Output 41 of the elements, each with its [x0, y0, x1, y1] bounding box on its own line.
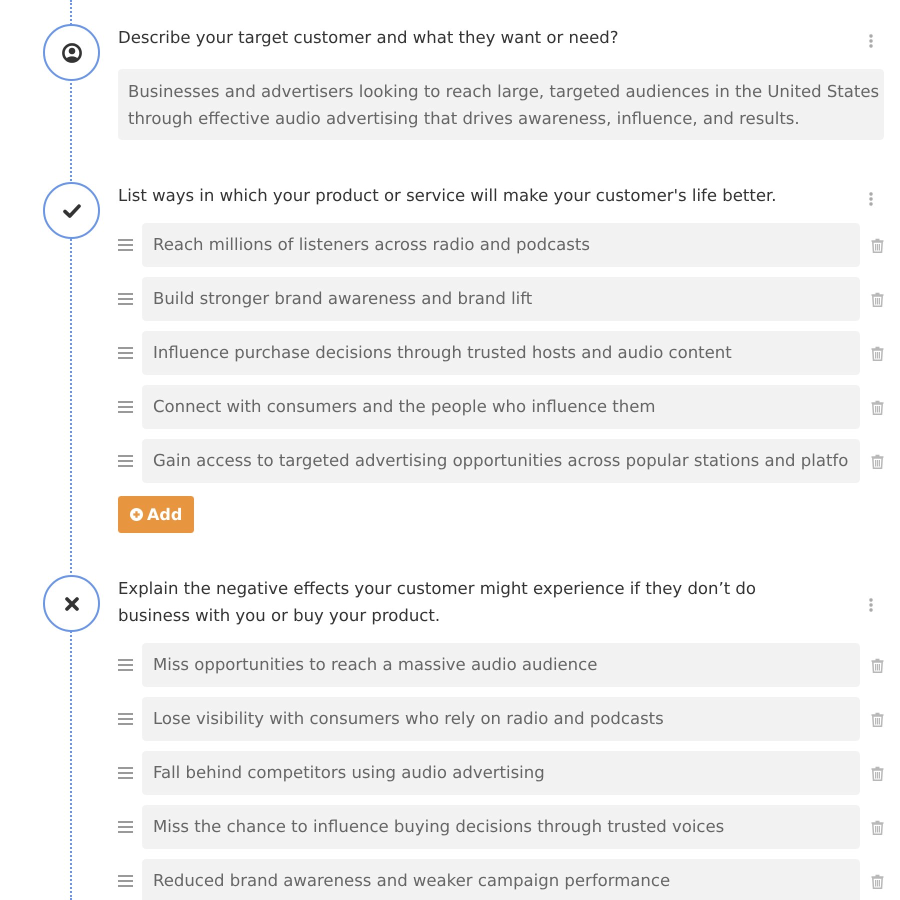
list-item-field[interactable]: Reduced brand awareness and weaker campaign performance: [142, 859, 860, 900]
drag-handle-icon[interactable]: [118, 659, 133, 671]
trash-icon[interactable]: [871, 874, 884, 888]
trash-icon[interactable]: [871, 820, 884, 834]
question-text: Explain the negative effects your customer might experience if they don’t do business with you or buy your product.: [118, 578, 757, 627]
list-item-field[interactable]: Gain access to targeted advertising opportunities across popular stations and platfo: [142, 439, 860, 483]
trash-icon[interactable]: [871, 658, 884, 672]
drag-handle-icon[interactable]: [118, 455, 133, 467]
drag-handle-icon[interactable]: [118, 239, 133, 251]
more-options-icon[interactable]: [869, 34, 873, 48]
more-options-icon[interactable]: [869, 192, 873, 206]
drag-handle-icon[interactable]: [118, 821, 133, 833]
list-item-field[interactable]: Fall behind competitors using audio advertising: [142, 751, 860, 795]
list-item-field[interactable]: Connect with consumers and the people who influence them: [142, 385, 860, 429]
trash-icon[interactable]: [871, 454, 884, 468]
question-text: List ways in which your product or service will make your customer's life better.: [118, 185, 778, 207]
drag-handle-icon[interactable]: [118, 875, 133, 887]
trash-icon[interactable]: [871, 292, 884, 306]
list-item-field[interactable]: Reach millions of listeners across radio and podcasts: [142, 223, 860, 267]
plus-circle-icon: [130, 508, 143, 521]
list-item-field[interactable]: Lose visibility with consumers who rely on radio and podcasts: [142, 697, 860, 741]
drag-handle-icon[interactable]: [118, 293, 133, 305]
drag-handle-icon[interactable]: [118, 401, 133, 413]
question-text: Describe your target customer and what they want or need?: [118, 27, 620, 49]
trash-icon[interactable]: [871, 346, 884, 360]
trash-icon[interactable]: [871, 238, 884, 252]
drag-handle-icon[interactable]: [118, 767, 133, 779]
trash-icon[interactable]: [871, 712, 884, 726]
close-icon: [64, 596, 78, 610]
drag-handle-icon[interactable]: [118, 713, 133, 725]
list-item-field[interactable]: Miss opportunities to reach a massive audio audience: [142, 643, 860, 687]
list-item-field[interactable]: Build stronger brand awareness and brand lift: [142, 277, 860, 321]
check-icon: [62, 204, 80, 218]
drag-handle-icon[interactable]: [118, 347, 133, 359]
more-options-icon[interactable]: [869, 598, 873, 612]
trash-icon[interactable]: [871, 400, 884, 414]
trash-icon[interactable]: [871, 766, 884, 780]
user-circle-icon: [62, 42, 82, 62]
list-item-field[interactable]: Miss the chance to influence buying decisions through trusted voices: [142, 805, 860, 849]
list-item-field[interactable]: Influence purchase decisions through trusted hosts and audio content: [142, 331, 860, 375]
answer-field[interactable]: Businesses and advertisers looking to reach large, targeted audiences in the United States through effective audio advertising that drives awareness, influence, and results.: [118, 69, 884, 140]
